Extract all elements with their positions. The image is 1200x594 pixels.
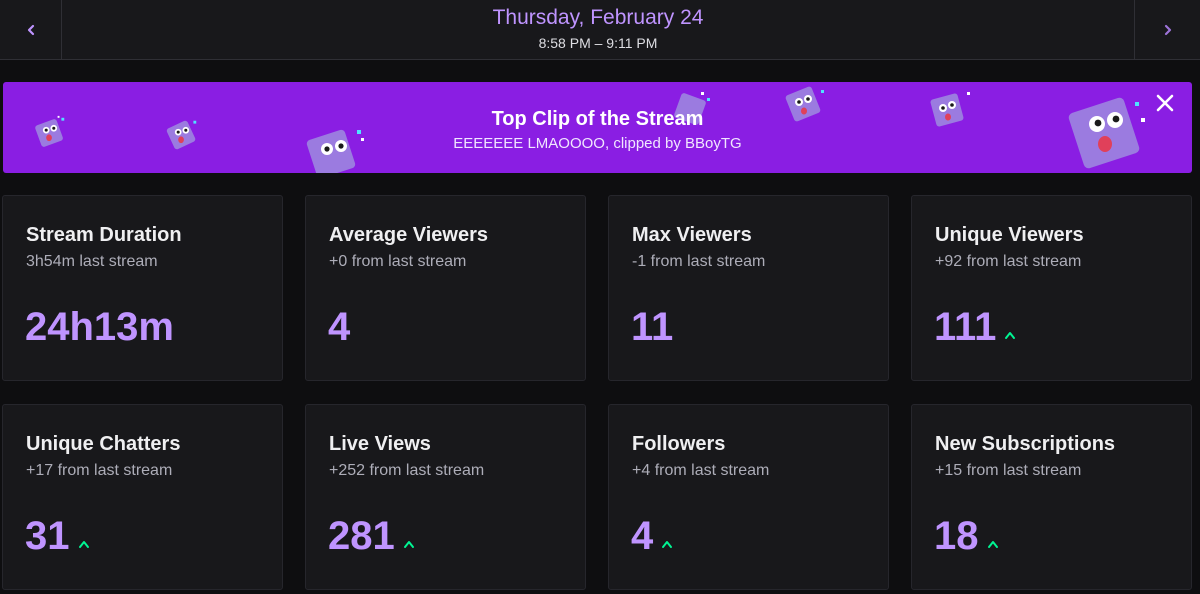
banner-title: Top Clip of the Stream bbox=[491, 108, 704, 130]
stat-card-followers: Followers +4 from last stream 4 bbox=[608, 404, 889, 590]
stat-title: Live Views bbox=[329, 433, 431, 455]
clip-link[interactable]: EEEEEEE LMAOOOO, clipped by BBoyTG bbox=[3, 134, 1192, 154]
stat-title: Unique Viewers bbox=[935, 224, 1084, 246]
stat-title: Unique Chatters bbox=[26, 433, 181, 455]
chevron-right-icon bbox=[1164, 24, 1171, 36]
stat-title: Max Viewers bbox=[632, 224, 752, 246]
stat-title: Average Viewers bbox=[329, 224, 488, 246]
stat-value: 111 bbox=[934, 305, 997, 349]
chevron-left-icon bbox=[27, 24, 34, 36]
previous-stream-button[interactable] bbox=[0, 0, 62, 60]
stat-value: 281 bbox=[328, 514, 395, 558]
stat-comparison: +15 from last stream bbox=[935, 462, 1082, 479]
top-clip-banner[interactable]: Top Clip of the Stream EEEEEEE LMAOOOO, … bbox=[3, 82, 1192, 173]
stat-card-stream-duration: Stream Duration 3h54m last stream 24h13m bbox=[2, 195, 283, 381]
stat-card-max-viewers: Max Viewers -1 from last stream 11 bbox=[608, 195, 889, 381]
stat-value: 18 bbox=[934, 514, 979, 558]
stream-time-range: 8:58 PM – 9:11 PM bbox=[538, 35, 658, 51]
stat-comparison: +92 from last stream bbox=[935, 253, 1082, 270]
stat-comparison: +4 from last stream bbox=[632, 462, 770, 479]
stat-card-new-subscriptions: New Subscriptions +15 from last stream 1… bbox=[911, 404, 1192, 590]
stat-value: 4 bbox=[328, 305, 351, 349]
stat-card-live-views: Live Views +252 from last stream 281 bbox=[305, 404, 586, 590]
stat-comparison: -1 from last stream bbox=[632, 253, 766, 270]
stat-comparison: +17 from last stream bbox=[26, 462, 173, 479]
trend-up-icon bbox=[987, 541, 998, 548]
trend-up-icon bbox=[1005, 332, 1016, 339]
stat-value: 24h13m bbox=[25, 305, 174, 349]
stat-value: 11 bbox=[631, 305, 674, 349]
date-navigation: Thursday, February 24 8:58 PM – 9:11 PM bbox=[0, 0, 1200, 60]
close-icon[interactable] bbox=[1154, 92, 1176, 114]
trend-up-icon bbox=[662, 541, 673, 548]
stat-comparison: 3h54m last stream bbox=[26, 253, 158, 270]
stat-value: 31 bbox=[25, 514, 70, 558]
stream-date: Thursday, February 24 bbox=[492, 6, 704, 29]
stat-title: New Subscriptions bbox=[935, 433, 1116, 455]
stream-date-display: Thursday, February 24 8:58 PM – 9:11 PM bbox=[62, 0, 1134, 60]
stat-comparison: +252 from last stream bbox=[329, 462, 485, 479]
next-stream-button[interactable] bbox=[1134, 0, 1200, 60]
stat-card-average-viewers: Average Viewers +0 from last stream 4 bbox=[305, 195, 586, 381]
stat-value: 4 bbox=[631, 514, 654, 558]
trend-up-icon bbox=[78, 541, 89, 548]
stat-card-unique-chatters: Unique Chatters +17 from last stream 31 bbox=[2, 404, 283, 590]
trend-up-icon bbox=[403, 541, 414, 548]
stat-card-unique-viewers: Unique Viewers +92 from last stream 111 bbox=[911, 195, 1192, 381]
stat-title: Followers bbox=[632, 433, 726, 455]
stat-title: Stream Duration bbox=[26, 224, 182, 246]
stat-comparison: +0 from last stream bbox=[329, 253, 467, 270]
